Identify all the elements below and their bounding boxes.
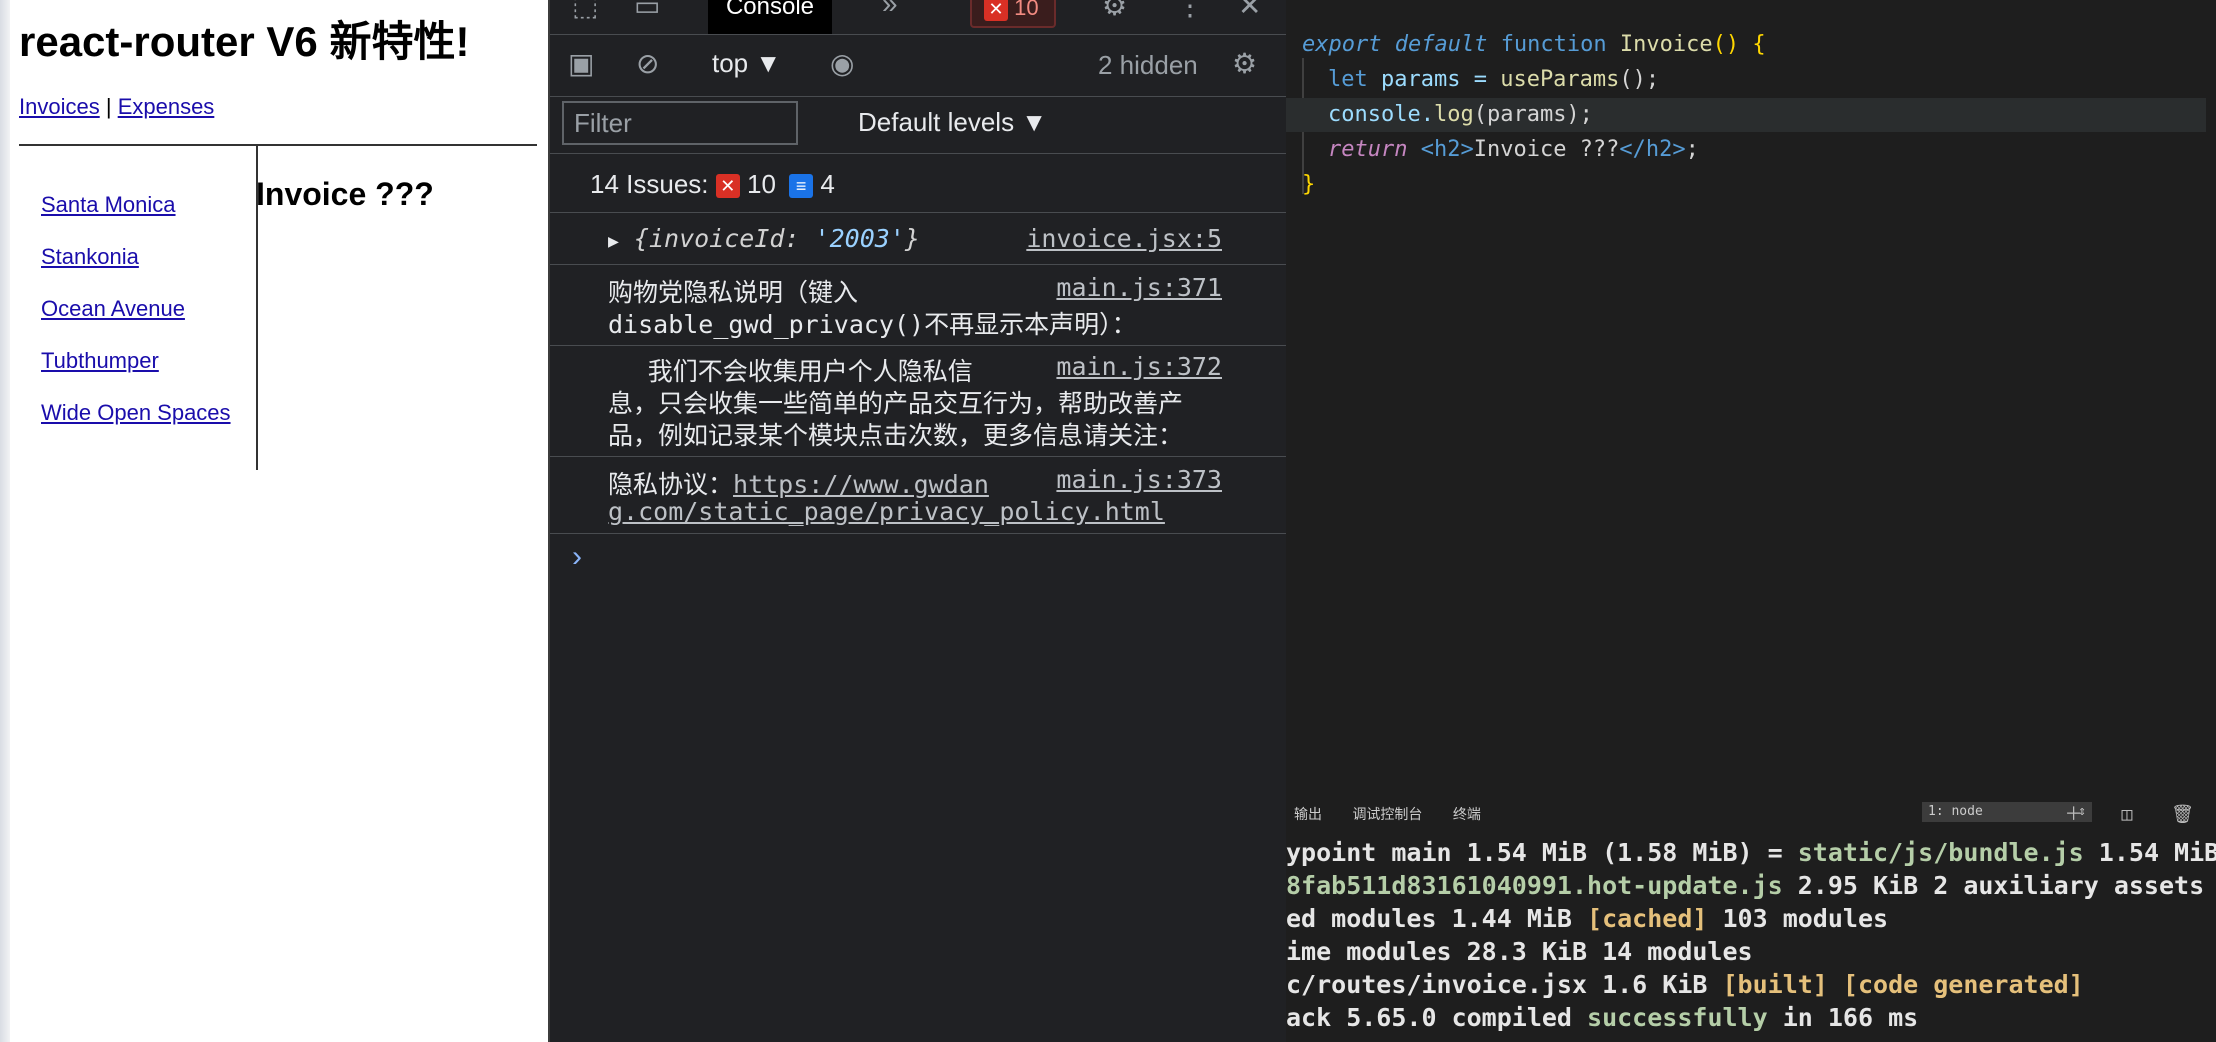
error-count: 10	[1014, 0, 1039, 20]
invoice-link[interactable]: Stankonia	[41, 242, 231, 294]
terminal-panel: 输出 调试控制台 终端 1: node ⇕ ＋ ◫ 🗑 ypoint main 1…	[1286, 800, 2216, 1042]
privacy-link[interactable]: g.com/static_page/privacy_policy.html	[608, 497, 1165, 526]
nav-link-expenses[interactable]: Expenses	[118, 94, 215, 119]
message-text: 息，只会收集一些简单的产品交互行为，帮助改善产	[608, 389, 1184, 418]
issues-button[interactable]: 14 Issues: ✕ 10 ≡ 4	[580, 164, 849, 204]
issues-label: 14 Issues:	[590, 169, 709, 199]
filter-input[interactable]: Filter	[562, 101, 798, 145]
code-line: }	[1302, 172, 1316, 197]
source-link[interactable]: invoice.jsx:5	[1026, 224, 1222, 253]
terminal-line: ypoint main 1.54 MiB (1.58 MiB) = static…	[1286, 838, 2216, 867]
issues-info-icon: ≡	[789, 174, 814, 199]
nav-divider	[19, 144, 537, 146]
console-settings-gear-icon[interactable]: ⚙	[1232, 50, 1257, 78]
nav-link-invoices[interactable]: Invoices	[19, 94, 100, 119]
nav-separator: |	[105, 94, 112, 119]
kebab-menu-icon[interactable]: ⋮	[1176, 0, 1204, 20]
message-text: 品，例如记录某个模块点击次数，更多信息请关注：	[608, 421, 1184, 450]
devtools-panel: ⬚ ▭ Console » ✕ 10 ⚙ ⋮ ✕ ▣ ⊘ top ▼ ◉ 2 h…	[548, 0, 1288, 1042]
sidebar-toggle-icon[interactable]: ▣	[568, 50, 594, 78]
inspect-element-icon[interactable]: ⬚	[572, 0, 598, 20]
expand-object[interactable]: ▶ {invoiceId: '2003'}	[608, 224, 920, 253]
invoice-list: Santa Monica Stankonia Ocean Avenue Tubt…	[41, 190, 231, 450]
code-line: let params = useParams();	[1328, 67, 1660, 92]
console-prompt-icon[interactable]: ›	[572, 540, 582, 574]
code-line-current: console.log(params);	[1286, 98, 2206, 132]
terminal-line: ack 5.65.0 compiled successfully in 166 …	[1286, 1003, 1919, 1032]
window-edge	[0, 0, 10, 1042]
console-message: 隐私协议：https://www.gwdan main.js:373 g.com…	[550, 457, 1286, 534]
issues-row: 14 Issues: ✕ 10 ≡ 4	[550, 154, 1286, 213]
log-levels-dropdown[interactable]: Default levels ▼	[858, 107, 1047, 138]
browser-page: react-router V6 新特性! Invoices | Expenses…	[0, 0, 548, 1042]
object-value: '2003'	[814, 224, 905, 253]
console-toolbar: ▣ ⊘ top ▼ ◉ 2 hidden ⚙	[550, 36, 1286, 97]
source-link[interactable]: main.js:373	[1056, 465, 1222, 494]
issues-error-count: 10	[746, 169, 776, 199]
invoice-heading: Invoice ???	[256, 176, 434, 212]
message-text: 隐私协议：https://www.gwdan	[608, 470, 989, 499]
error-count-badge[interactable]: ✕ 10	[970, 0, 1056, 28]
tab-terminal[interactable]: 终端	[1453, 807, 1481, 823]
page-title: react-router V6 新特性!	[19, 18, 470, 65]
close-devtools-icon[interactable]: ✕	[1238, 0, 1261, 20]
error-icon: ✕	[984, 0, 1008, 22]
console-message: 购物党隐私说明（键入 main.js:371 disable_gwd_priva…	[550, 265, 1286, 346]
devtools-tabbar: ⬚ ▭ Console » ✕ 10 ⚙ ⋮ ✕	[550, 0, 1286, 35]
context-selector[interactable]: top ▼	[712, 48, 781, 79]
issues-info-count: 4	[820, 169, 835, 199]
device-toolbar-icon[interactable]: ▭	[634, 0, 660, 20]
expand-arrow-icon: ▶	[608, 231, 619, 252]
clear-console-icon[interactable]: ⊘	[636, 50, 659, 78]
settings-gear-icon[interactable]: ⚙	[1102, 0, 1127, 20]
tab-output[interactable]: 输出	[1294, 807, 1322, 823]
add-split-trash-icons: ＋ ◫ 🗑	[2064, 804, 2208, 825]
code-line: export default function Invoice() {	[1302, 32, 1766, 57]
console-message: ▶ {invoiceId: '2003'} invoice.jsx:5	[550, 212, 1286, 265]
top-nav: Invoices | Expenses	[19, 94, 214, 120]
privacy-link[interactable]: https://www.gwdan	[733, 470, 989, 499]
panel-tabs: 输出 调试控制台 终端	[1294, 804, 1503, 824]
invoice-link[interactable]: Santa Monica	[41, 190, 231, 242]
tab-debug-console[interactable]: 调试控制台	[1352, 807, 1422, 823]
terminal-actions[interactable]: ＋ ◫ 🗑	[2065, 800, 2208, 826]
live-expression-eye-icon[interactable]: ◉	[830, 50, 854, 78]
invoice-link[interactable]: Ocean Avenue	[41, 294, 231, 346]
terminal-line: 8fab511d83161040991.hot-update.js 2.95 K…	[1286, 871, 2205, 900]
issues-error-icon: ✕	[715, 174, 740, 199]
terminal-output: ypoint main 1.54 MiB (1.58 MiB) = static…	[1286, 836, 2216, 1034]
source-link[interactable]: main.js:371	[1056, 273, 1222, 302]
invoice-link[interactable]: Tubthumper	[41, 346, 231, 398]
code-editor[interactable]: export default function Invoice() { let …	[1286, 0, 2216, 800]
console-message: 我们不会收集用户个人隐私信 main.js:372 息，只会收集一些简单的产品交…	[550, 346, 1286, 457]
terminal-line: c/routes/invoice.jsx 1.6 KiB [built] [co…	[1286, 970, 2084, 999]
message-text: 我们不会收集用户个人隐私信	[608, 357, 973, 386]
invoice-link[interactable]: Wide Open Spaces	[41, 398, 231, 450]
tab-console[interactable]: Console	[708, 0, 832, 34]
code-line: return <h2>Invoice ???</h2>;	[1328, 137, 1699, 162]
filter-row: Filter Default levels ▼	[550, 97, 1286, 154]
source-link[interactable]: main.js:372	[1056, 352, 1222, 381]
message-text: 购物党隐私说明（键入	[608, 278, 859, 307]
terminal-line: ime modules 28.3 KiB 14 modules	[1286, 937, 1753, 966]
hidden-count: 2 hidden	[1098, 50, 1198, 80]
message-text: disable_gwd_privacy()不再显示本声明）：	[608, 310, 1137, 339]
more-tabs-icon[interactable]: »	[882, 0, 898, 18]
terminal-line: ed modules 1.44 MiB [cached] 103 modules	[1286, 904, 1889, 933]
object-key: invoiceId	[648, 224, 785, 253]
